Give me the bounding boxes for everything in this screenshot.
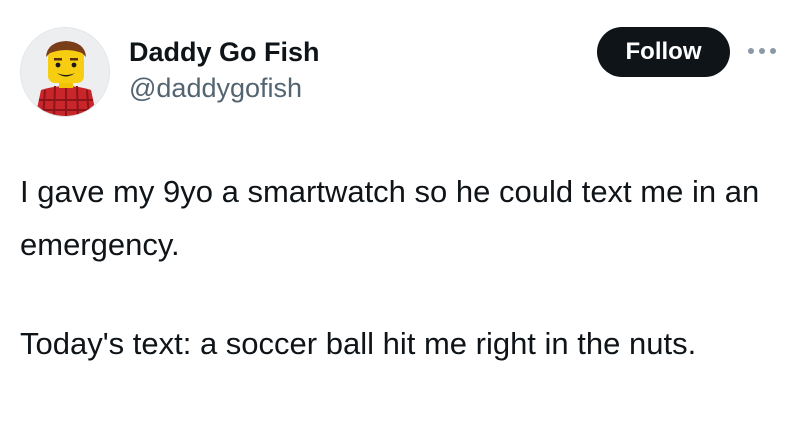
lego-minifigure-avatar-icon [21, 28, 109, 116]
author-block: Daddy Go Fish @daddygofish [129, 36, 320, 104]
tweet-paragraph: Today's text: a soccer ball hit me right… [20, 326, 697, 361]
avatar[interactable] [20, 27, 110, 117]
author-handle[interactable]: @daddygofish [129, 72, 320, 104]
more-horizontal-icon [748, 48, 776, 54]
tweet-paragraph: I gave my 9yo a smartwatch so he could t… [20, 174, 760, 262]
more-options-button[interactable] [745, 36, 779, 66]
author-display-name[interactable]: Daddy Go Fish [129, 36, 320, 68]
follow-button[interactable]: Follow [597, 27, 730, 77]
tweet-card: Daddy Go Fish @daddygofish Follow I gave… [0, 0, 800, 440]
tweet-text: I gave my 9yo a smartwatch so he could t… [20, 165, 785, 370]
